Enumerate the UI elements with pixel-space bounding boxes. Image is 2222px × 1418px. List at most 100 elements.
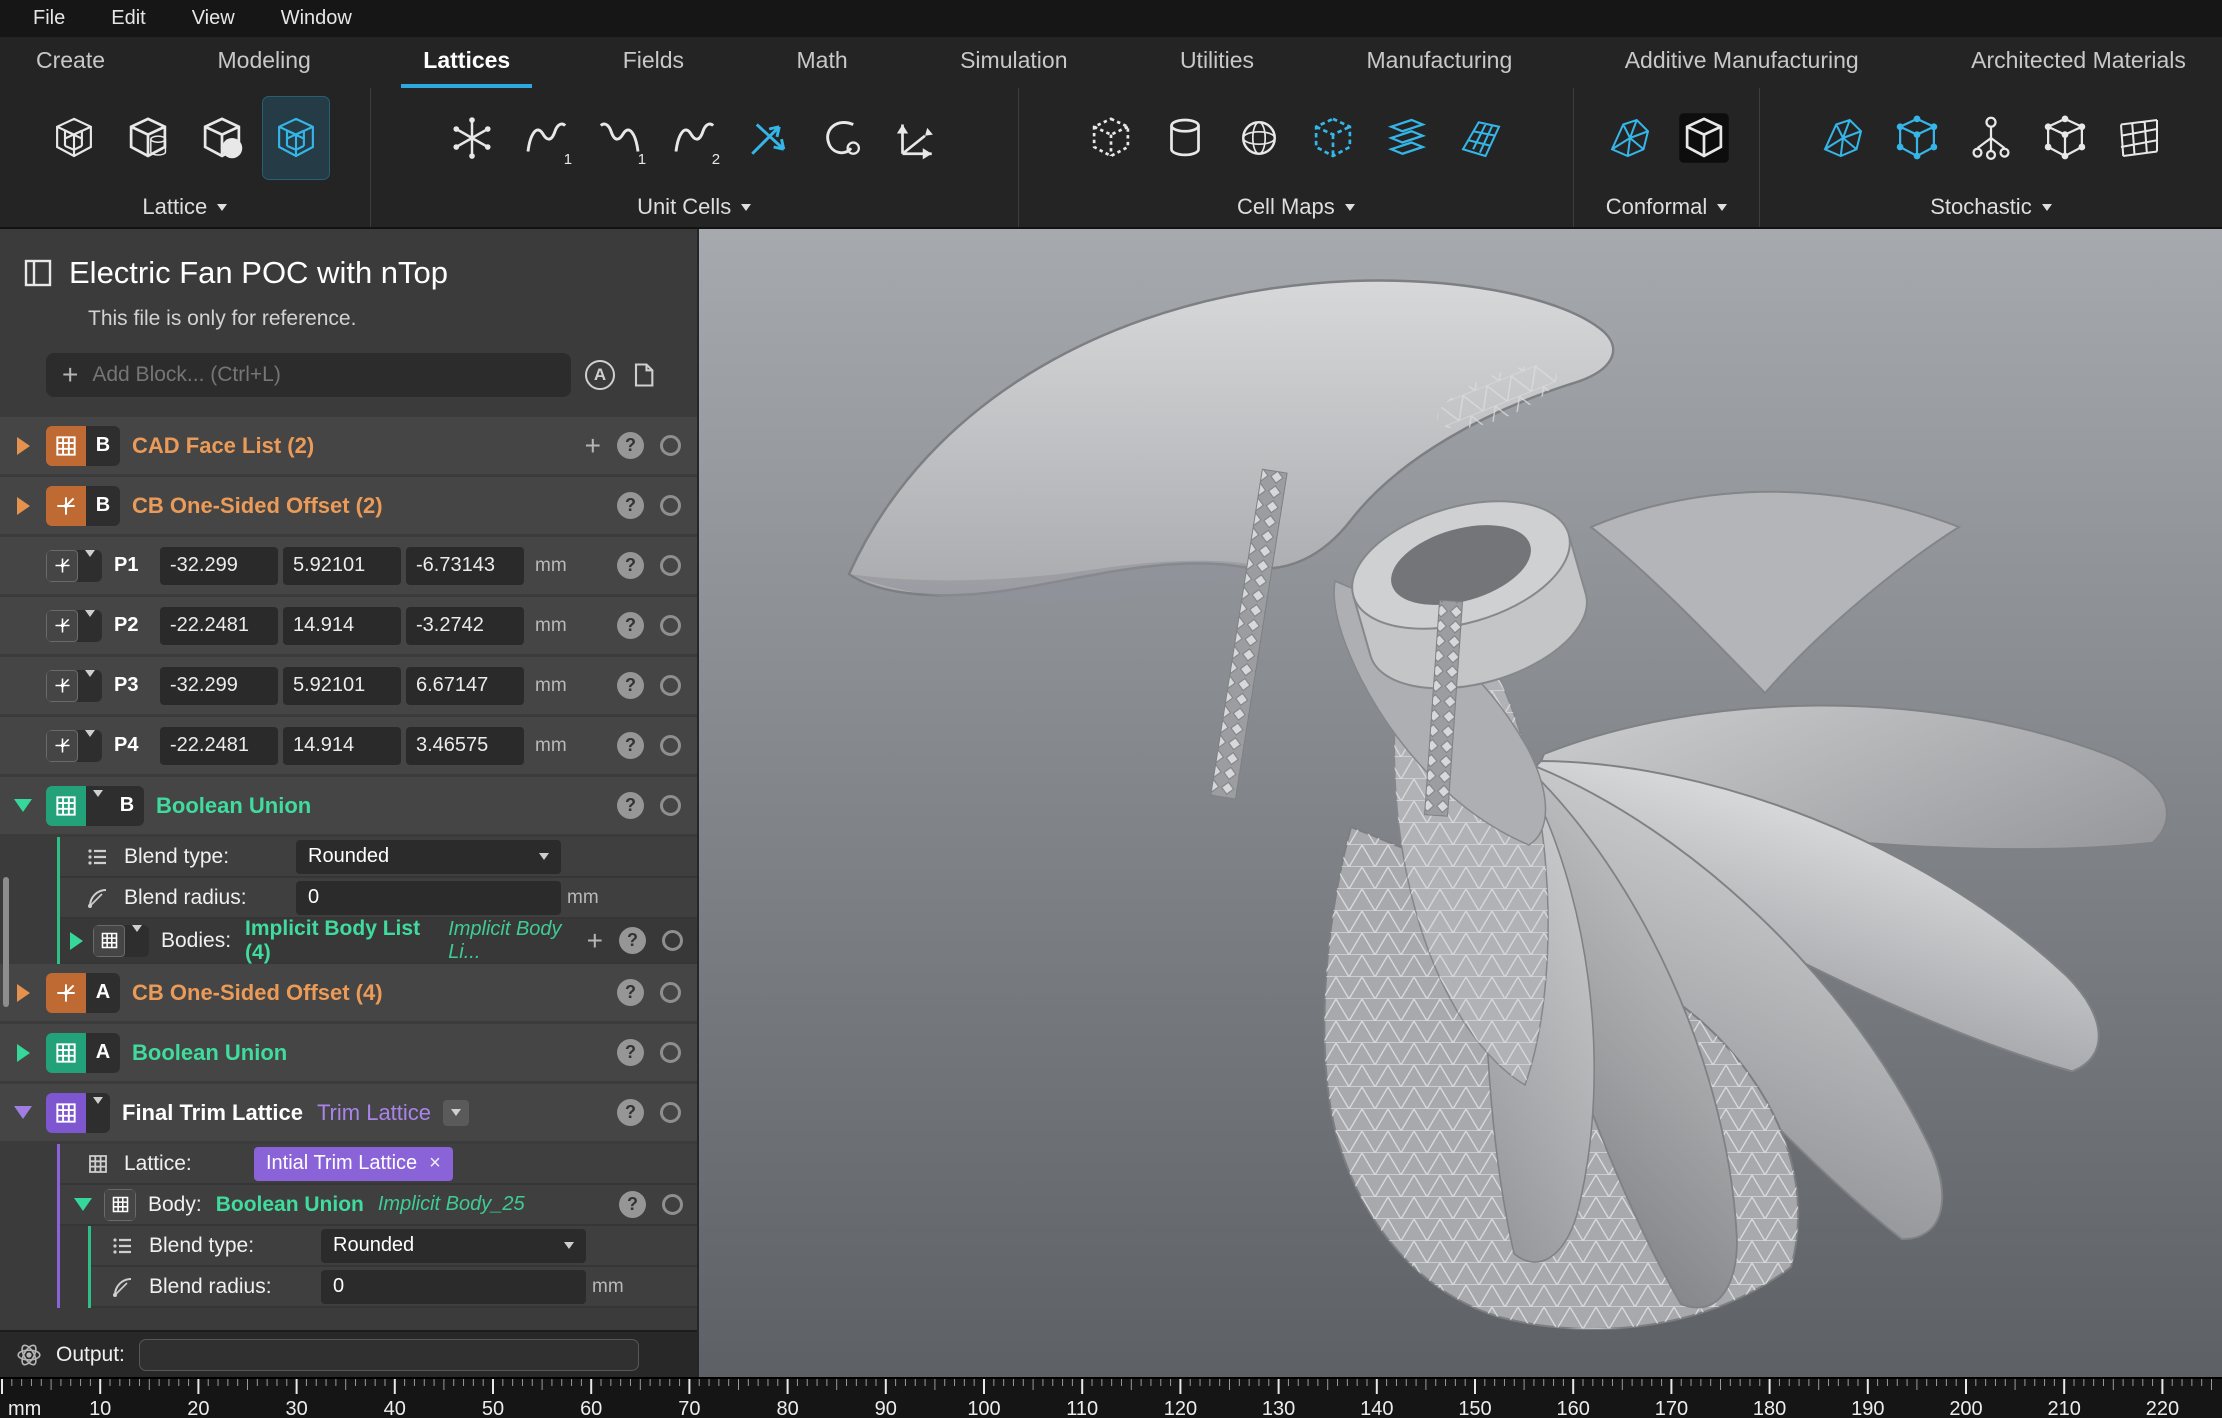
y-value-field[interactable]: 5.92101 bbox=[283, 667, 401, 705]
tab-utilities[interactable]: Utilities bbox=[1158, 37, 1276, 88]
add-block-input[interactable] bbox=[92, 363, 555, 387]
conformal-volume-icon[interactable] bbox=[1671, 97, 1737, 179]
text-search-icon[interactable]: A bbox=[585, 360, 615, 390]
z-value-field[interactable]: -6.73143 bbox=[406, 547, 524, 585]
block-chip[interactable]: B bbox=[46, 786, 144, 826]
block-row-final-trim-lattice[interactable]: Final Trim Lattice Trim Lattice ? bbox=[0, 1084, 697, 1141]
point-chip[interactable] bbox=[46, 670, 102, 702]
help-icon[interactable]: ? bbox=[617, 672, 644, 699]
block-chip[interactable]: B bbox=[46, 426, 120, 466]
tab-architected-materials[interactable]: Architected Materials bbox=[1949, 37, 2208, 88]
tab-create[interactable]: Create bbox=[14, 37, 127, 88]
point-chip[interactable] bbox=[46, 610, 102, 642]
y-value-field[interactable]: 14.914 bbox=[283, 607, 401, 645]
cell-map-planes-icon[interactable] bbox=[1374, 97, 1440, 179]
help-icon[interactable]: ? bbox=[619, 1191, 646, 1218]
block-chip[interactable] bbox=[46, 1093, 110, 1133]
preview-toggle-icon[interactable] bbox=[660, 615, 681, 636]
expand-arrow-icon[interactable] bbox=[17, 984, 30, 1002]
unit-cell-type1b-icon[interactable]: 1 bbox=[587, 97, 653, 179]
blend-type-select[interactable]: Rounded bbox=[321, 1229, 586, 1263]
add-icon[interactable]: + bbox=[585, 436, 601, 456]
z-value-field[interactable]: 6.67147 bbox=[406, 667, 524, 705]
help-icon[interactable]: ? bbox=[619, 927, 646, 954]
point-row-p1[interactable]: P1 -32.299 5.92101 -6.73143 mm ? bbox=[0, 537, 697, 594]
point-chip[interactable] bbox=[46, 730, 102, 762]
cell-map-cube-icon[interactable] bbox=[1078, 97, 1144, 179]
menu-file[interactable]: File bbox=[10, 7, 88, 30]
body-chip[interactable] bbox=[104, 1189, 136, 1221]
viewport-3d[interactable] bbox=[699, 229, 2222, 1377]
preview-toggle-icon[interactable] bbox=[660, 1042, 681, 1063]
stochastic-cell-icon[interactable] bbox=[2032, 97, 2098, 179]
boolean-union-link[interactable]: Boolean Union bbox=[216, 1193, 364, 1217]
block-chip[interactable]: A bbox=[46, 1033, 120, 1073]
unit-cell-type1-icon[interactable]: 1 bbox=[513, 97, 579, 179]
z-value-field[interactable]: -3.2742 bbox=[406, 607, 524, 645]
unit-cell-frame-icon[interactable] bbox=[883, 97, 949, 179]
x-value-field[interactable]: -22.2481 bbox=[160, 727, 278, 765]
custom-unit-cell-icon[interactable] bbox=[439, 97, 505, 179]
expand-arrow-icon[interactable] bbox=[17, 437, 30, 455]
blend-radius-input[interactable]: 0 bbox=[321, 1270, 586, 1304]
y-value-field[interactable]: 14.914 bbox=[283, 727, 401, 765]
expand-arrow-icon[interactable] bbox=[17, 1044, 30, 1062]
menu-view[interactable]: View bbox=[169, 7, 258, 30]
block-chip[interactable]: B bbox=[46, 486, 120, 526]
collapse-arrow-icon[interactable] bbox=[14, 799, 32, 812]
preview-toggle-icon[interactable] bbox=[660, 435, 681, 456]
body-lattice-icon[interactable] bbox=[41, 97, 107, 179]
unit-cell-swirl-icon[interactable] bbox=[809, 97, 875, 179]
help-icon[interactable]: ? bbox=[617, 792, 644, 819]
add-icon[interactable]: + bbox=[587, 931, 603, 951]
unit-cell-axes-icon[interactable] bbox=[735, 97, 801, 179]
x-value-field[interactable]: -22.2481 bbox=[160, 607, 278, 645]
cell-map-grid-icon[interactable] bbox=[1448, 97, 1514, 179]
expand-arrow-icon[interactable] bbox=[17, 497, 30, 515]
preview-toggle-icon[interactable] bbox=[660, 795, 681, 816]
page-icon[interactable] bbox=[629, 361, 657, 389]
lattice-cylinder-icon[interactable] bbox=[115, 97, 181, 179]
stochastic-graph-icon[interactable] bbox=[1958, 97, 2024, 179]
preview-toggle-icon[interactable] bbox=[660, 735, 681, 756]
remove-icon[interactable]: × bbox=[429, 1152, 441, 1175]
cell-map-voxel-icon[interactable] bbox=[1300, 97, 1366, 179]
property-row-body[interactable]: Body: Boolean Union Implicit Body_25 ? bbox=[60, 1185, 697, 1226]
collapse-arrow-icon[interactable] bbox=[14, 1106, 32, 1119]
blend-radius-input[interactable]: 0 bbox=[296, 881, 561, 915]
conformal-surface-icon[interactable] bbox=[1597, 97, 1663, 179]
block-row-boolean-union-b[interactable]: B Boolean Union ? bbox=[0, 777, 697, 834]
cell-map-sphere-icon[interactable] bbox=[1226, 97, 1292, 179]
tab-simulation[interactable]: Simulation bbox=[938, 37, 1089, 88]
tab-fields[interactable]: Fields bbox=[601, 37, 706, 88]
blend-type-select[interactable]: Rounded bbox=[296, 840, 561, 874]
type-dropdown[interactable] bbox=[443, 1100, 469, 1126]
preview-toggle-icon[interactable] bbox=[662, 930, 683, 951]
tab-lattices[interactable]: Lattices bbox=[401, 37, 532, 88]
menu-window[interactable]: Window bbox=[258, 7, 375, 30]
tab-math[interactable]: Math bbox=[775, 37, 870, 88]
expand-arrow-icon[interactable] bbox=[70, 932, 83, 950]
stochastic-warp-icon[interactable] bbox=[2106, 97, 2172, 179]
preview-toggle-icon[interactable] bbox=[660, 675, 681, 696]
tab-manufacturing[interactable]: Manufacturing bbox=[1345, 37, 1535, 88]
block-row-cad-face-list[interactable]: B CAD Face List (2) + ? bbox=[0, 417, 697, 474]
tab-modeling[interactable]: Modeling bbox=[196, 37, 333, 88]
preview-toggle-icon[interactable] bbox=[660, 555, 681, 576]
point-row-p2[interactable]: P2 -22.2481 14.914 -3.2742 mm ? bbox=[0, 597, 697, 654]
block-chip[interactable]: A bbox=[46, 973, 120, 1013]
group-label-conformal[interactable]: Conformal bbox=[1606, 187, 1727, 227]
help-icon[interactable]: ? bbox=[617, 1039, 644, 1066]
voxel-lattice-icon[interactable] bbox=[263, 97, 329, 179]
help-icon[interactable]: ? bbox=[617, 432, 644, 459]
lattice-sphere-icon[interactable] bbox=[189, 97, 255, 179]
unit-cell-type2-icon[interactable]: 2 bbox=[661, 97, 727, 179]
point-chip[interactable] bbox=[46, 550, 102, 582]
point-row-p4[interactable]: P4 -22.2481 14.914 3.46575 mm ? bbox=[0, 717, 697, 774]
help-icon[interactable]: ? bbox=[617, 552, 644, 579]
output-input[interactable] bbox=[139, 1339, 639, 1371]
help-icon[interactable]: ? bbox=[617, 492, 644, 519]
bodies-chip[interactable] bbox=[93, 925, 149, 957]
lattice-reference-chip[interactable]: Intial Trim Lattice × bbox=[254, 1147, 453, 1181]
help-icon[interactable]: ? bbox=[617, 979, 644, 1006]
